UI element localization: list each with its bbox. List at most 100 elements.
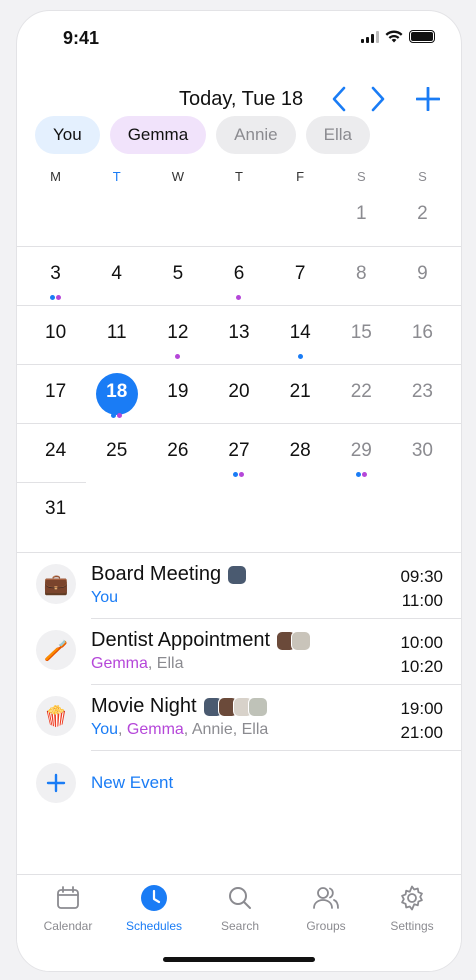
empty-cell [331,482,392,541]
day-cell[interactable]: 3 [25,247,86,306]
day-cell[interactable]: 24 [25,424,86,483]
day-number: 8 [355,263,367,284]
event-title-text: Movie Night [91,695,197,717]
event-attendees: You [91,589,118,607]
event-row[interactable]: 🍿 Movie Night You, Gemma, Annie, Ella 19:00… [17,685,461,751]
popcorn-icon: 🍿 [36,696,76,736]
weekday-label: M [50,169,61,184]
day-cell[interactable]: 22 [331,365,392,424]
divider [91,750,461,751]
attendee-avatars [276,630,311,651]
tab-label: Schedules [125,919,183,933]
day-cell[interactable]: 9 [392,247,453,306]
person-chip-gemma[interactable]: Gemma [109,116,207,154]
tab-label: Groups [306,919,346,933]
day-cell[interactable]: 27 [208,424,269,483]
add-button[interactable] [412,83,444,115]
day-cell[interactable]: 15 [331,306,392,365]
chevron-left-icon [332,86,346,112]
people-filter: You Gemma Annie Ella [35,116,370,154]
tab-search[interactable]: Search [200,883,280,933]
day-number: 5 [172,263,184,284]
day-cell[interactable]: 7 [270,247,331,306]
attendee-name: Annie [191,721,233,738]
day-cell[interactable]: 1 [331,187,392,246]
previous-button[interactable] [323,83,355,115]
attendee-avatars [227,564,248,585]
day-cell[interactable]: 16 [392,306,453,365]
day-cell[interactable]: 17 [25,365,86,424]
avatar [227,564,248,585]
empty-cell [208,187,269,246]
day-number: 15 [350,322,372,343]
day-cell[interactable]: 23 [392,365,453,424]
event-row[interactable]: 🪥 Dentist Appointment Gemma, Ella 10:00 10:2… [17,619,461,685]
tab-settings[interactable]: Settings [372,883,452,933]
day-cell[interactable]: 11 [86,306,147,365]
day-cell[interactable]: 21 [270,365,331,424]
day-number: 25 [106,440,128,461]
weekday-label: T [235,169,243,184]
day-cell[interactable]: 28 [270,424,331,483]
day-cell[interactable]: 12 [147,306,208,365]
day-cell[interactable]: 19 [147,365,208,424]
day-number: 27 [228,440,250,461]
attendee-name: Ella [241,721,269,738]
attendee-name: You [91,589,118,606]
search-icon [200,883,280,913]
event-dots [331,472,392,477]
day-cell[interactable]: 13 [208,306,269,365]
toothbrush-icon: 🪥 [36,630,76,670]
day-cell[interactable]: 10 [25,306,86,365]
new-event-button[interactable]: New Event [36,763,173,803]
day-number: 14 [289,322,311,343]
day-cell[interactable]: 2 [392,187,453,246]
day-cell[interactable]: 31 [25,482,86,541]
day-number: 7 [294,263,306,284]
event-row[interactable]: 💼 Board Meeting You 09:30 11:00 [17,553,461,619]
person-chip-ella[interactable]: Ella [305,116,370,154]
week-cells: 12 [25,187,453,246]
plus-icon [416,87,440,111]
avatar [247,696,268,717]
person-chip-annie[interactable]: Annie [216,116,296,154]
day-cell[interactable]: 29 [331,424,392,483]
day-number: 24 [45,440,67,461]
day-number: 9 [417,263,428,284]
day-number: 4 [111,263,122,284]
event-end-time: 21:00 [400,723,443,742]
day-cell[interactable]: 25 [86,424,147,483]
header: Today, Tue 18 [17,77,461,121]
day-cell[interactable]: 20 [208,365,269,424]
day-number: 20 [228,381,250,402]
day-cell[interactable]: 6 [208,247,269,306]
day-cell[interactable]: 5 [147,247,208,306]
day-cell[interactable]: 14 [270,306,331,365]
event-dots [86,413,147,418]
day-cell[interactable]: 26 [147,424,208,483]
next-button[interactable] [362,83,394,115]
clock-icon [114,883,194,913]
event-end-time: 10:20 [400,657,443,676]
week-row: 24 25 26 27 28 29 30 [17,423,461,483]
event-dot-gemma [361,472,367,477]
day-cell[interactable]: 8 [331,247,392,306]
event-title: Movie Night [91,695,268,718]
tab-calendar[interactable]: Calendar [28,883,108,933]
day-number: 18 [106,381,128,402]
week-cells: 17 18 19 20 21 22 23 [25,365,453,424]
day-cell-today[interactable]: 18 [86,365,147,424]
tab-groups[interactable]: Groups [286,883,366,933]
day-cell[interactable]: 4 [86,247,147,306]
empty-cell [270,187,331,246]
weekday-label: T [112,169,121,184]
tab-schedules[interactable]: Schedules [114,883,194,933]
day-cell[interactable]: 30 [392,424,453,483]
phone-screen: 9:41 Today, Tue 18 You Gemma Annie Ella … [16,10,462,972]
person-chip-you[interactable]: You [35,116,100,154]
event-dot-you [233,472,239,477]
signal-icon [361,30,379,43]
event-title: Board Meeting [91,563,248,586]
tab-label: Search [220,919,260,933]
new-event-label: New Event [91,773,174,792]
